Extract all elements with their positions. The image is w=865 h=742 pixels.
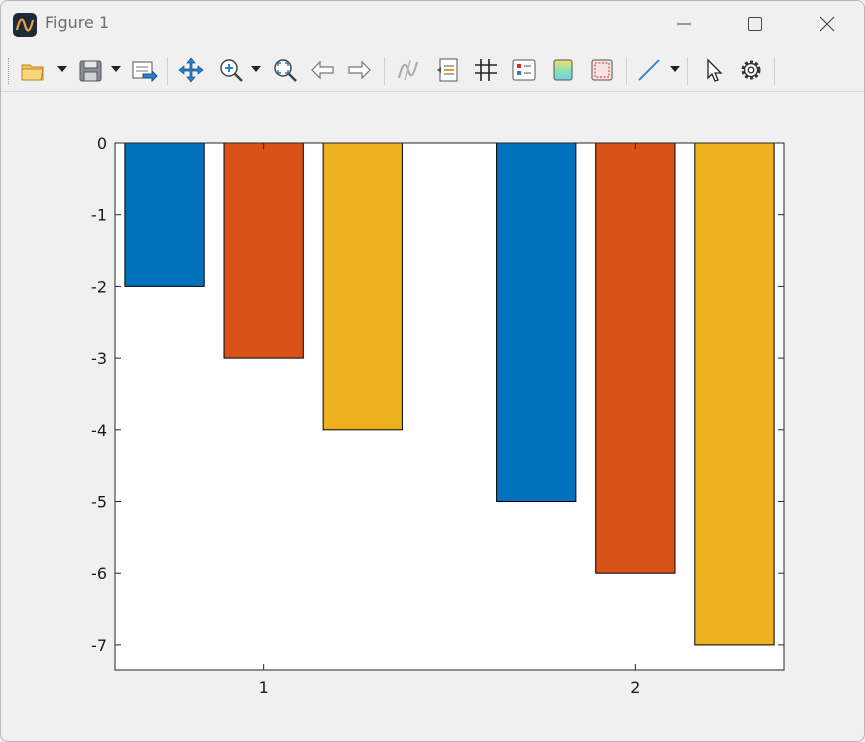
bar-series3-2[interactable] bbox=[694, 142, 775, 646]
x-tick-label: 1 bbox=[259, 678, 269, 697]
bar-series3-1[interactable] bbox=[322, 142, 403, 431]
x-tick-label: 2 bbox=[630, 678, 640, 697]
y-tick-label: -5 bbox=[91, 493, 107, 512]
y-tick-label: -7 bbox=[91, 636, 107, 655]
y-tick-label: -4 bbox=[91, 421, 107, 440]
bar-series1-2[interactable] bbox=[496, 142, 577, 503]
y-tick-label: 0 bbox=[97, 134, 107, 153]
bar-chart[interactable]: 0 -1 -2 -3 -4 -5 -6 -7 1 2 bbox=[1, 1, 864, 741]
bar-series2-1[interactable] bbox=[223, 142, 304, 359]
plot-background bbox=[115, 143, 784, 670]
y-tick-label: -1 bbox=[91, 206, 107, 225]
y-tick-label: -2 bbox=[91, 277, 107, 296]
y-tick-label: -3 bbox=[91, 349, 107, 368]
figure-window: Figure 1 0 -1 -2 -3 -4 -5 -6 -7 1 2 bbox=[0, 0, 865, 742]
bar-series2-2[interactable] bbox=[595, 142, 676, 574]
bar-series1-1[interactable] bbox=[124, 142, 205, 287]
y-tick-label: -6 bbox=[91, 564, 107, 583]
